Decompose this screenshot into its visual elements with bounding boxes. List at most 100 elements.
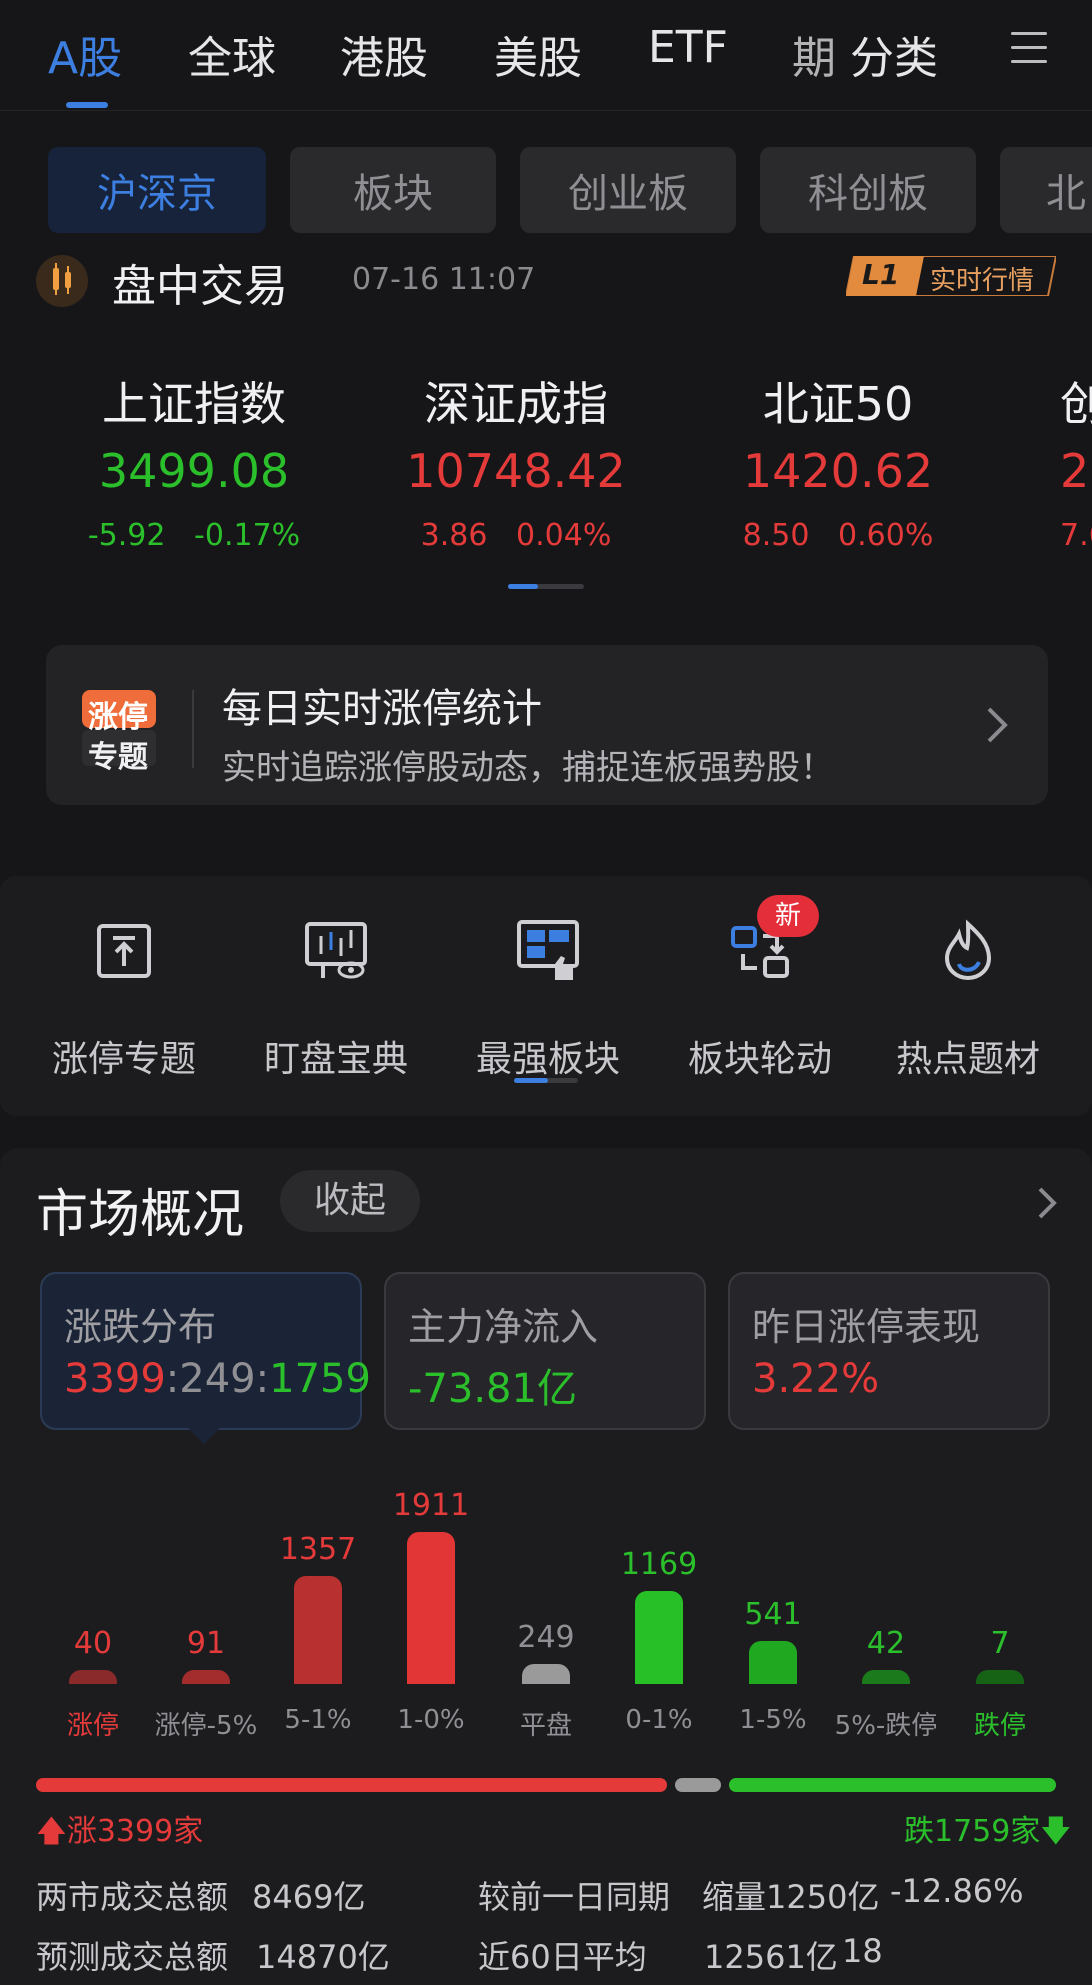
index-name: 北证50 bbox=[762, 377, 914, 431]
active-tab-indicator bbox=[66, 102, 108, 108]
ratio-bar-flat bbox=[675, 1778, 722, 1792]
compare-value: 缩量1250亿 bbox=[702, 1878, 880, 1916]
shortcut-limit-up-topic[interactable]: 涨停专题 bbox=[24, 918, 224, 1082]
index-change: 8.50 0.60% bbox=[742, 518, 934, 553]
shortcut-watch-guide[interactable]: 盯盘宝典 bbox=[236, 918, 436, 1082]
rise-flat-fall-counts: 3399:249:1759 bbox=[64, 1356, 371, 1402]
subtab-bei[interactable]: 北 bbox=[1000, 147, 1092, 233]
bar-value-label: 7 bbox=[990, 1626, 1010, 1661]
bar-category-label: 跌停 bbox=[973, 1711, 1026, 1741]
ratio-bar-up bbox=[36, 1778, 668, 1792]
bar-category-label: 1-5% bbox=[739, 1705, 807, 1735]
bar-category-label: 平盘 bbox=[519, 1711, 572, 1741]
bar-8 bbox=[976, 1670, 1024, 1684]
index-price: 3499.08 bbox=[98, 444, 290, 498]
active-card-caret bbox=[188, 1428, 220, 1444]
index-card-shanghai[interactable]: 上证指数 3499.08 -5.92 -0.17% bbox=[44, 368, 344, 553]
subtab-star[interactable]: 科创板 bbox=[760, 147, 976, 233]
tab-futures[interactable]: 期 bbox=[792, 22, 836, 86]
index-card-bz50[interactable]: 北证50 1420.62 8.50 0.60% bbox=[688, 368, 988, 553]
shortcut-strongest-sector[interactable]: 最强板块 bbox=[448, 918, 648, 1082]
index-name: 创 bbox=[1060, 377, 1092, 431]
index-card-shenzhen[interactable]: 深证成指 10748.42 3.86 0.04% bbox=[366, 368, 666, 553]
chevron-right-icon[interactable] bbox=[1037, 1186, 1057, 1220]
index-card-chinext[interactable]: 创 2 7.6 bbox=[1060, 368, 1092, 553]
bar-category-label: 5-1% bbox=[284, 1705, 352, 1735]
tab-global[interactable]: 全球 bbox=[188, 22, 276, 86]
arrow-up-icon: 🡅 bbox=[36, 1814, 67, 1849]
arrow-down-icon: 🡇 bbox=[1040, 1814, 1072, 1849]
tab-category[interactable]: 分类 bbox=[850, 22, 938, 86]
limit-up-topic-logo: 涨停 专题 bbox=[80, 690, 158, 775]
shortcut-sector-rotation[interactable]: 板块轮动 bbox=[660, 918, 860, 1082]
bar-category-label: 涨停 bbox=[66, 1711, 119, 1741]
rise-count-label: 🡅涨3399家 bbox=[36, 1814, 204, 1849]
bar-3 bbox=[407, 1532, 455, 1684]
new-badge: 新 bbox=[757, 895, 819, 937]
upload-box-icon bbox=[91, 918, 157, 984]
monitor-candlestick-icon bbox=[303, 918, 369, 984]
bar-value-label: 42 bbox=[866, 1626, 906, 1661]
compare-label: 较前一日同期 bbox=[478, 1878, 671, 1916]
bar-6 bbox=[749, 1640, 797, 1684]
banner-title: 每日实时涨停统计 bbox=[222, 686, 542, 732]
subtab-sector[interactable]: 板块 bbox=[290, 147, 496, 233]
bar-0 bbox=[69, 1670, 117, 1684]
subtab-hu-shen-jing[interactable]: 沪深京 bbox=[48, 147, 266, 233]
bar-2 bbox=[294, 1576, 342, 1684]
forecast-turnover-label: 预测成交总额 bbox=[36, 1938, 229, 1976]
bar-category-label: 5%-跌停 bbox=[834, 1711, 938, 1741]
realtime-label: 实时行情 bbox=[930, 266, 1035, 296]
tab-etf[interactable]: ETF bbox=[648, 22, 728, 73]
tab-a-share[interactable]: A股 bbox=[48, 22, 122, 86]
banner-subtitle: 实时追踪涨停股动态，捕捉连板强势股！ bbox=[222, 748, 834, 788]
bar-category-label: 0-1% bbox=[625, 1705, 693, 1735]
index-price: 1420.62 bbox=[742, 444, 934, 498]
shortcut-hot-topics[interactable]: 热点题材 bbox=[868, 918, 1068, 1082]
bar-value-label: 91 bbox=[186, 1626, 226, 1661]
collapse-button[interactable]: 收起 bbox=[280, 1170, 420, 1232]
market-overview-title: 市场概况 bbox=[36, 1185, 245, 1245]
total-turnover-value: 8469亿 bbox=[252, 1878, 366, 1916]
subtab-chinext[interactable]: 创业板 bbox=[520, 147, 736, 233]
card-yesterday-limit-up[interactable]: 昨日涨停表现 3.22% bbox=[728, 1272, 1050, 1430]
index-name: 上证指数 bbox=[102, 377, 286, 431]
chevron-right-icon bbox=[985, 705, 1009, 745]
tab-hk[interactable]: 港股 bbox=[340, 22, 428, 86]
bar-value-label: 541 bbox=[744, 1596, 802, 1632]
l1-label: L1 bbox=[862, 258, 900, 291]
avg60-label: 近60日平均 bbox=[478, 1938, 647, 1976]
bar-category-label: 1-0% bbox=[397, 1705, 465, 1735]
bar-value-label: 1169 bbox=[620, 1547, 698, 1583]
bar-value-label: 249 bbox=[517, 1620, 575, 1656]
tab-us[interactable]: 美股 bbox=[494, 22, 582, 86]
index-change: 3.86 0.04% bbox=[420, 518, 612, 553]
index-price: 2 bbox=[1060, 444, 1090, 498]
realtime-quote-badge: L1 实时行情 bbox=[846, 256, 1056, 296]
shortcut-pager-thumb bbox=[514, 1078, 548, 1083]
bar-4 bbox=[522, 1664, 570, 1684]
card-main-net-inflow[interactable]: 主力净流入 -73.81亿 bbox=[384, 1272, 706, 1430]
index-name: 深证成指 bbox=[424, 377, 608, 431]
candlestick-icon bbox=[36, 255, 88, 307]
board-thumb-icon bbox=[515, 918, 581, 984]
bar-value-label: 1357 bbox=[279, 1532, 357, 1568]
ratio-bar-down bbox=[729, 1778, 1056, 1792]
bar-value-label: 1911 bbox=[392, 1488, 470, 1523]
forecast-turnover-value: 14870亿 bbox=[256, 1938, 390, 1976]
bar-1 bbox=[182, 1670, 230, 1684]
index-change: 7.6 bbox=[1060, 518, 1092, 553]
top-tab-bar: A股 全球 港股 美股 ETF 期 分类 bbox=[0, 0, 1092, 111]
bar-5 bbox=[635, 1591, 683, 1684]
index-change: -5.92 -0.17% bbox=[87, 518, 301, 553]
card-rise-fall-distribution[interactable]: 涨跌分布 3399:249:1759 bbox=[40, 1272, 371, 1430]
avg60-extra: 18 bbox=[842, 1932, 883, 1970]
trading-status-title: 盘中交易 bbox=[112, 261, 288, 312]
menu-icon[interactable] bbox=[1011, 32, 1047, 68]
bar-7 bbox=[862, 1670, 910, 1684]
index-price: 10748.42 bbox=[406, 444, 626, 498]
bar-category-label: 涨停-5% bbox=[154, 1711, 258, 1741]
avg60-value: 12561亿 bbox=[704, 1938, 838, 1976]
compare-pct: -12.86% bbox=[890, 1872, 1024, 1910]
trading-time: 07-16 11:07 bbox=[352, 262, 536, 297]
